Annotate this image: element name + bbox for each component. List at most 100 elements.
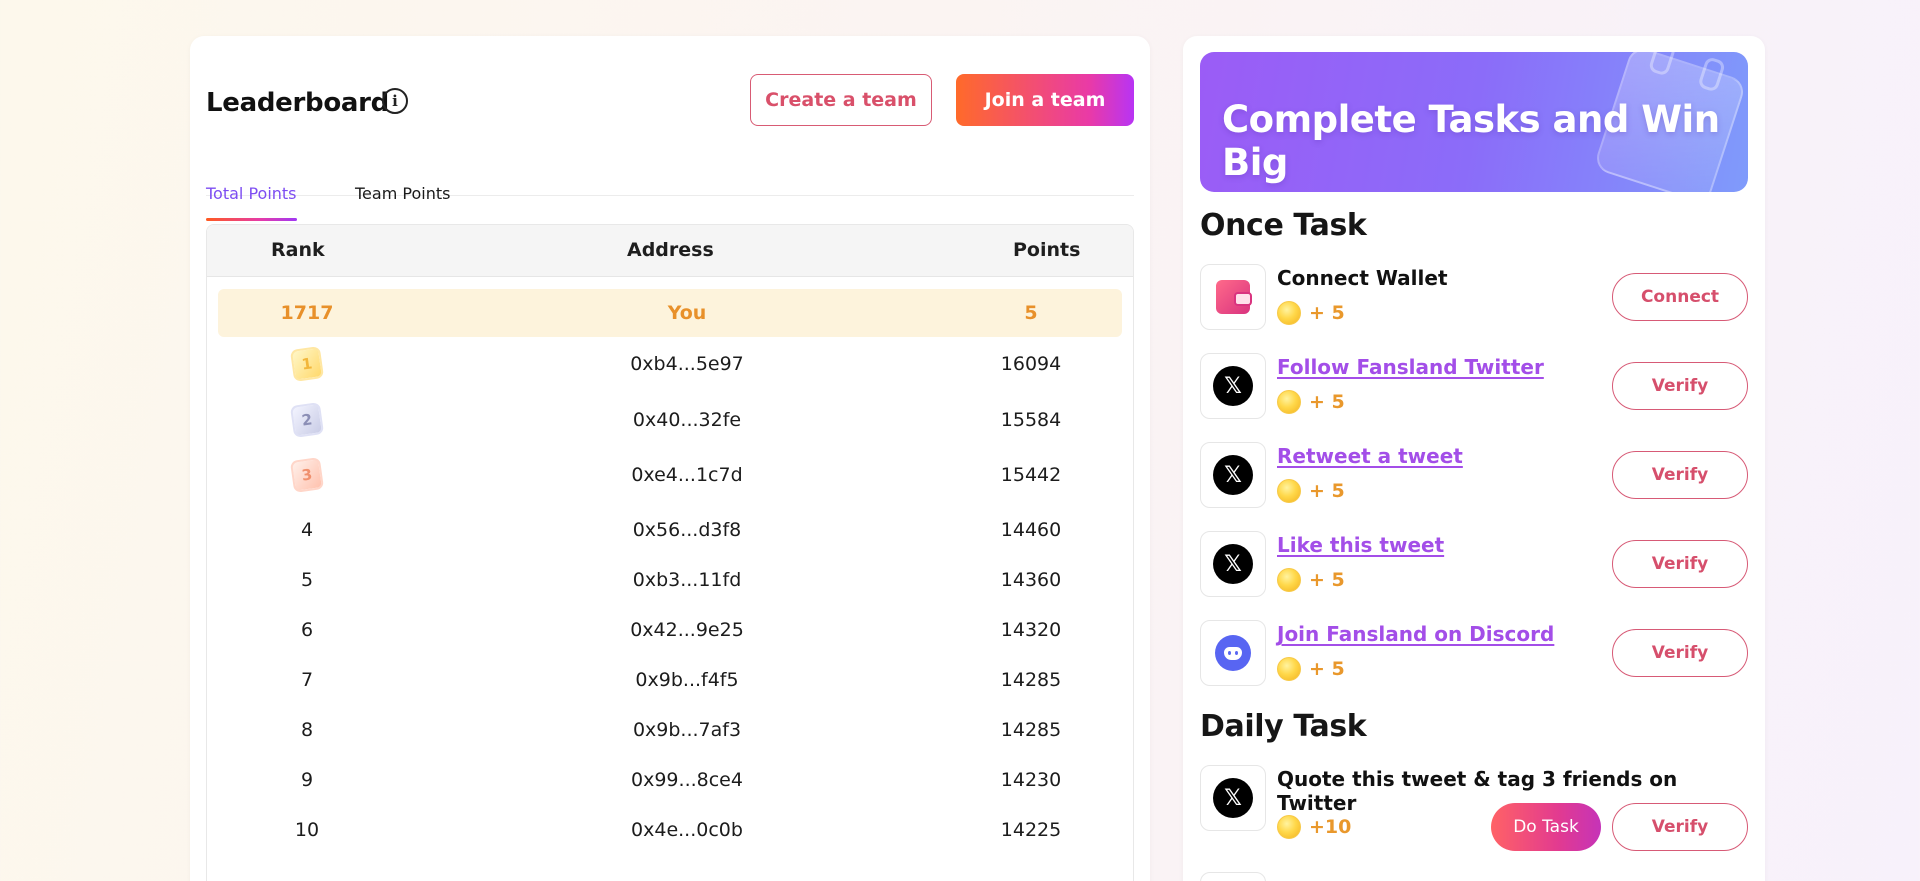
daily-task-title: Daily Task — [1200, 709, 1367, 744]
info-icon[interactable]: i — [382, 88, 408, 114]
verify-button[interactable]: Verify — [1612, 451, 1748, 499]
row-address: 0x56...d3f8 — [632, 519, 742, 541]
row-points: 14285 — [1000, 669, 1062, 691]
task-link-follow-twitter[interactable]: Follow Fansland Twitter — [1277, 355, 1544, 379]
row-address: 0x9b...f4f5 — [635, 669, 739, 691]
leaderboard-panel: Leaderboard i Create a team Join a team … — [190, 36, 1150, 881]
table-row: 10 0x4e...0c0b 14225 — [207, 805, 1133, 855]
once-task-title: Once Task — [1200, 208, 1367, 243]
do-task-button[interactable]: Do Task — [1491, 803, 1601, 851]
row-address: 0xb4...5e97 — [630, 353, 744, 375]
reward-amount: + 5 — [1309, 569, 1345, 591]
row-address: 0xe4...1c7d — [631, 464, 743, 486]
tasks-banner: Complete Tasks and Win Big — [1200, 52, 1748, 192]
coin-icon — [1277, 301, 1301, 325]
coin-icon — [1277, 479, 1301, 503]
current-user-address: You — [667, 302, 707, 324]
silver-medal-icon: 2 — [289, 402, 325, 438]
tasks-panel: Complete Tasks and Win Big Once Task Con… — [1183, 36, 1765, 881]
column-header-points: Points — [1013, 239, 1081, 261]
current-user-points: 5 — [1024, 302, 1038, 324]
row-rank: 4 — [300, 519, 314, 541]
task-connect-wallet: Connect Wallet + 5 Connect — [1200, 264, 1748, 332]
task-link-join-discord[interactable]: Join Fansland on Discord — [1277, 622, 1554, 646]
leaderboard-title: Leaderboard — [206, 88, 389, 118]
table-row: 2 0x40...32fe 15584 — [207, 395, 1133, 445]
row-points: 15584 — [1000, 409, 1062, 431]
row-points: 15442 — [1000, 464, 1062, 486]
connect-button[interactable]: Connect — [1612, 273, 1748, 321]
current-user-row: 1717 You 5 — [218, 289, 1122, 337]
current-user-rank: 1717 — [280, 302, 334, 324]
row-address: 0x4e...0c0b — [631, 819, 743, 841]
row-points: 16094 — [1000, 353, 1062, 375]
table-row: 3 0xe4...1c7d 15442 — [207, 450, 1133, 500]
tab-team-points[interactable]: Team Points — [355, 184, 450, 203]
row-address: 0x42...9e25 — [630, 619, 744, 641]
banner-title: Complete Tasks and Win Big — [1222, 98, 1720, 184]
row-points: 14230 — [1000, 769, 1062, 791]
reward-amount: +10 — [1309, 816, 1352, 838]
verify-button[interactable]: Verify — [1612, 803, 1748, 851]
task-quote-tweet: 𝕏 Quote this tweet & tag 3 friends on Tw… — [1200, 765, 1748, 865]
leaderboard-tabs: Total Points Team Points — [206, 148, 1134, 221]
task-retweet: 𝕏 Retweet a tweet + 5 Verify — [1200, 442, 1748, 510]
row-rank: 8 — [300, 719, 314, 741]
x-icon: 𝕏 — [1200, 531, 1266, 597]
discord-icon — [1200, 620, 1266, 686]
x-icon: 𝕏 — [1200, 442, 1266, 508]
wallet-icon — [1200, 264, 1266, 330]
tab-total-points[interactable]: Total Points — [206, 184, 297, 221]
verify-button[interactable]: Verify — [1612, 629, 1748, 677]
row-points: 14460 — [1000, 519, 1062, 541]
verify-button[interactable]: Verify — [1612, 362, 1748, 410]
table-row: 6 0x42...9e25 14320 — [207, 605, 1133, 655]
task-reward: + 5 — [1277, 300, 1345, 326]
create-team-button[interactable]: Create a team — [750, 74, 932, 126]
reward-amount: + 5 — [1309, 480, 1345, 502]
row-rank: 6 — [300, 619, 314, 641]
leaderboard-table: Rank Address Points 1717 You 5 1 0xb4...… — [206, 224, 1134, 881]
table-row: 8 0x9b...7af3 14285 — [207, 705, 1133, 755]
row-rank: 7 — [300, 669, 314, 691]
coin-icon — [1277, 657, 1301, 681]
column-header-rank: Rank — [271, 239, 325, 261]
row-address: 0xb3...11fd — [632, 569, 742, 591]
task-reward: + 5 — [1277, 656, 1345, 682]
join-team-button[interactable]: Join a team — [956, 74, 1134, 126]
row-rank: 10 — [294, 819, 320, 841]
row-points: 14360 — [1000, 569, 1062, 591]
coin-icon — [1277, 815, 1301, 839]
x-icon: 𝕏 — [1200, 353, 1266, 419]
task-reward: +10 — [1277, 814, 1351, 840]
task-join-discord: Join Fansland on Discord + 5 Verify — [1200, 620, 1748, 688]
task-name: Connect Wallet — [1277, 266, 1448, 290]
row-rank: 9 — [300, 769, 314, 791]
task-link-like-tweet[interactable]: Like this tweet — [1277, 533, 1444, 557]
bronze-medal-icon: 3 — [289, 457, 325, 493]
reward-amount: + 5 — [1309, 302, 1345, 324]
table-row: 7 0x9b...f4f5 14285 — [207, 655, 1133, 705]
row-address: 0x99...8ce4 — [631, 769, 743, 791]
task-reward: + 5 — [1277, 478, 1345, 504]
task-link-retweet[interactable]: Retweet a tweet — [1277, 444, 1463, 468]
row-address: 0x9b...7af3 — [632, 719, 742, 741]
task-reward: + 5 — [1277, 567, 1345, 593]
task-reward: + 5 — [1277, 389, 1345, 415]
table-row: 4 0x56...d3f8 14460 — [207, 505, 1133, 555]
table-header: Rank Address Points — [207, 225, 1133, 277]
row-rank: 5 — [300, 569, 314, 591]
x-icon: 𝕏 — [1200, 765, 1266, 831]
table-row: 5 0xb3...11fd 14360 — [207, 555, 1133, 605]
next-task-icon-partial — [1200, 872, 1266, 881]
task-like-tweet: 𝕏 Like this tweet + 5 Verify — [1200, 531, 1748, 599]
reward-amount: + 5 — [1309, 391, 1345, 413]
coin-icon — [1277, 568, 1301, 592]
column-header-address: Address — [627, 239, 714, 261]
coin-icon — [1277, 390, 1301, 414]
row-points: 14285 — [1000, 719, 1062, 741]
table-row: 9 0x99...8ce4 14230 — [207, 755, 1133, 805]
gold-medal-icon: 1 — [289, 346, 325, 382]
verify-button[interactable]: Verify — [1612, 540, 1748, 588]
leaderboard-header: Leaderboard i Create a team Join a team — [206, 74, 1134, 130]
